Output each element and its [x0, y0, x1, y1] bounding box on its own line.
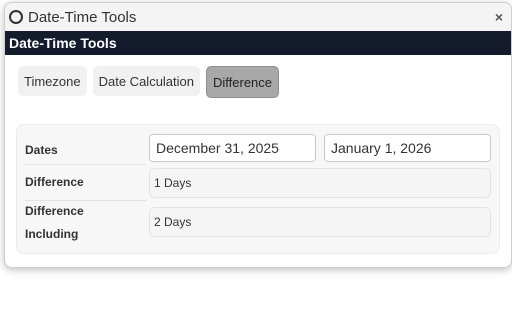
- start-date-input[interactable]: December 31, 2025: [149, 134, 316, 162]
- difference-including-value-text: 2 Days: [154, 215, 192, 229]
- title-bar: Date-Time Tools ×: [5, 3, 511, 31]
- window-title: Date-Time Tools: [28, 8, 137, 26]
- tab-date-calculation[interactable]: Date Calculation: [92, 66, 200, 96]
- difference-label: Difference: [25, 175, 84, 189]
- row-divider: [25, 164, 146, 165]
- difference-value-text: 1 Days: [154, 176, 192, 190]
- app-window: Date-Time Tools × Date-Time Tools Timezo…: [4, 2, 512, 268]
- end-date-input[interactable]: January 1, 2026: [324, 134, 491, 162]
- close-icon[interactable]: ×: [495, 10, 503, 24]
- tab-difference[interactable]: Difference: [206, 66, 280, 98]
- row-divider: [25, 200, 146, 201]
- difference-value: 1 Days: [149, 168, 491, 198]
- difference-including-value: 2 Days: [149, 207, 491, 237]
- difference-including-label-line1: Difference: [25, 204, 84, 218]
- app-circle-icon: [9, 10, 23, 24]
- tab-timezone[interactable]: Timezone: [18, 66, 87, 96]
- header-bar: Date-Time Tools: [5, 31, 511, 55]
- difference-panel: Dates December 31, 2025 January 1, 2026 …: [16, 124, 500, 254]
- header-title: Date-Time Tools: [9, 35, 117, 51]
- dates-label: Dates: [25, 143, 58, 157]
- tab-bar: Timezone Date Calculation Difference: [5, 55, 511, 98]
- difference-including-label-line2: Including: [25, 227, 79, 241]
